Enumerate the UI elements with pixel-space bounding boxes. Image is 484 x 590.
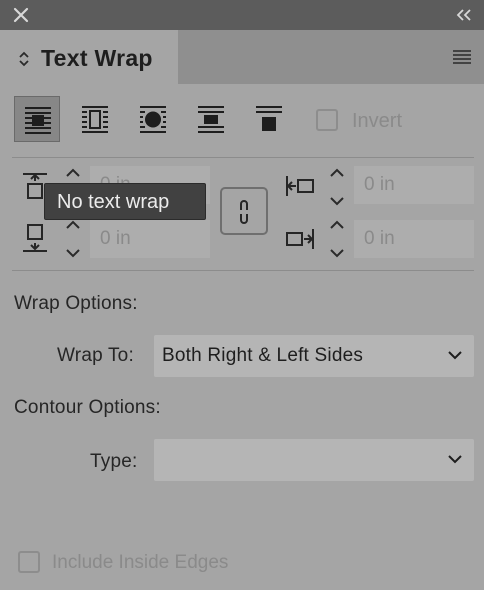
right-offset-stepper[interactable] — [322, 215, 352, 263]
panel-title: Text Wrap — [41, 45, 153, 71]
include-inside-edges-checkbox[interactable] — [18, 551, 40, 573]
right-offset-icon — [286, 229, 314, 249]
close-icon[interactable] — [13, 7, 29, 23]
include-inside-edges-label: Include Inside Edges — [52, 552, 229, 573]
contour-type-label: Type: — [90, 451, 138, 472]
bottom-offset-value: 0 in — [100, 228, 131, 249]
jump-to-next-column-icon — [256, 106, 282, 131]
invert-checkbox[interactable] — [316, 109, 338, 131]
wrap-object-shape-button[interactable] — [130, 96, 176, 142]
contour-options-heading: Contour Options: — [14, 397, 161, 418]
wrap-options-heading: Wrap Options: — [14, 293, 138, 314]
panel-title-bar[interactable] — [0, 0, 484, 30]
left-offset-icon — [286, 176, 314, 196]
bottom-offset-icon — [23, 224, 47, 252]
contour-type-dropdown[interactable] — [154, 439, 474, 481]
tab-expand-icon[interactable] — [18, 50, 30, 68]
bottom-offset-stepper[interactable] — [58, 215, 88, 263]
tooltip-text: No text wrap — [57, 191, 170, 213]
chevron-down-icon — [448, 351, 462, 360]
collapse-panel-icon[interactable] — [456, 9, 472, 21]
left-offset-value: 0 in — [364, 174, 395, 195]
invert-label: Invert — [352, 110, 403, 132]
wrap-jump-object-button[interactable] — [188, 96, 234, 142]
chain-link-icon — [240, 200, 248, 224]
divider — [12, 157, 474, 158]
wrap-to-value: Both Right & Left Sides — [162, 345, 364, 366]
wrap-jump-next-column-button[interactable] — [246, 96, 292, 142]
wrap-object-shape-icon — [140, 106, 166, 133]
right-offset-value: 0 in — [364, 228, 395, 249]
left-offset-stepper[interactable] — [322, 163, 352, 211]
text-wrap-panel: Text Wrap Invert 0 in No text wrap 0 in … — [0, 0, 484, 590]
wrap-none-button[interactable] — [14, 96, 60, 142]
chevron-down-icon — [448, 455, 462, 464]
link-offsets-button[interactable] — [220, 187, 268, 235]
wrap-bounding-box-button[interactable] — [72, 96, 118, 142]
wrap-to-label: Wrap To: — [57, 345, 134, 366]
panel-menu-icon[interactable] — [451, 49, 473, 65]
jump-object-icon — [198, 106, 224, 133]
divider — [12, 270, 474, 271]
no-text-wrap-icon — [25, 107, 51, 134]
wrap-bounding-box-icon — [82, 106, 108, 133]
